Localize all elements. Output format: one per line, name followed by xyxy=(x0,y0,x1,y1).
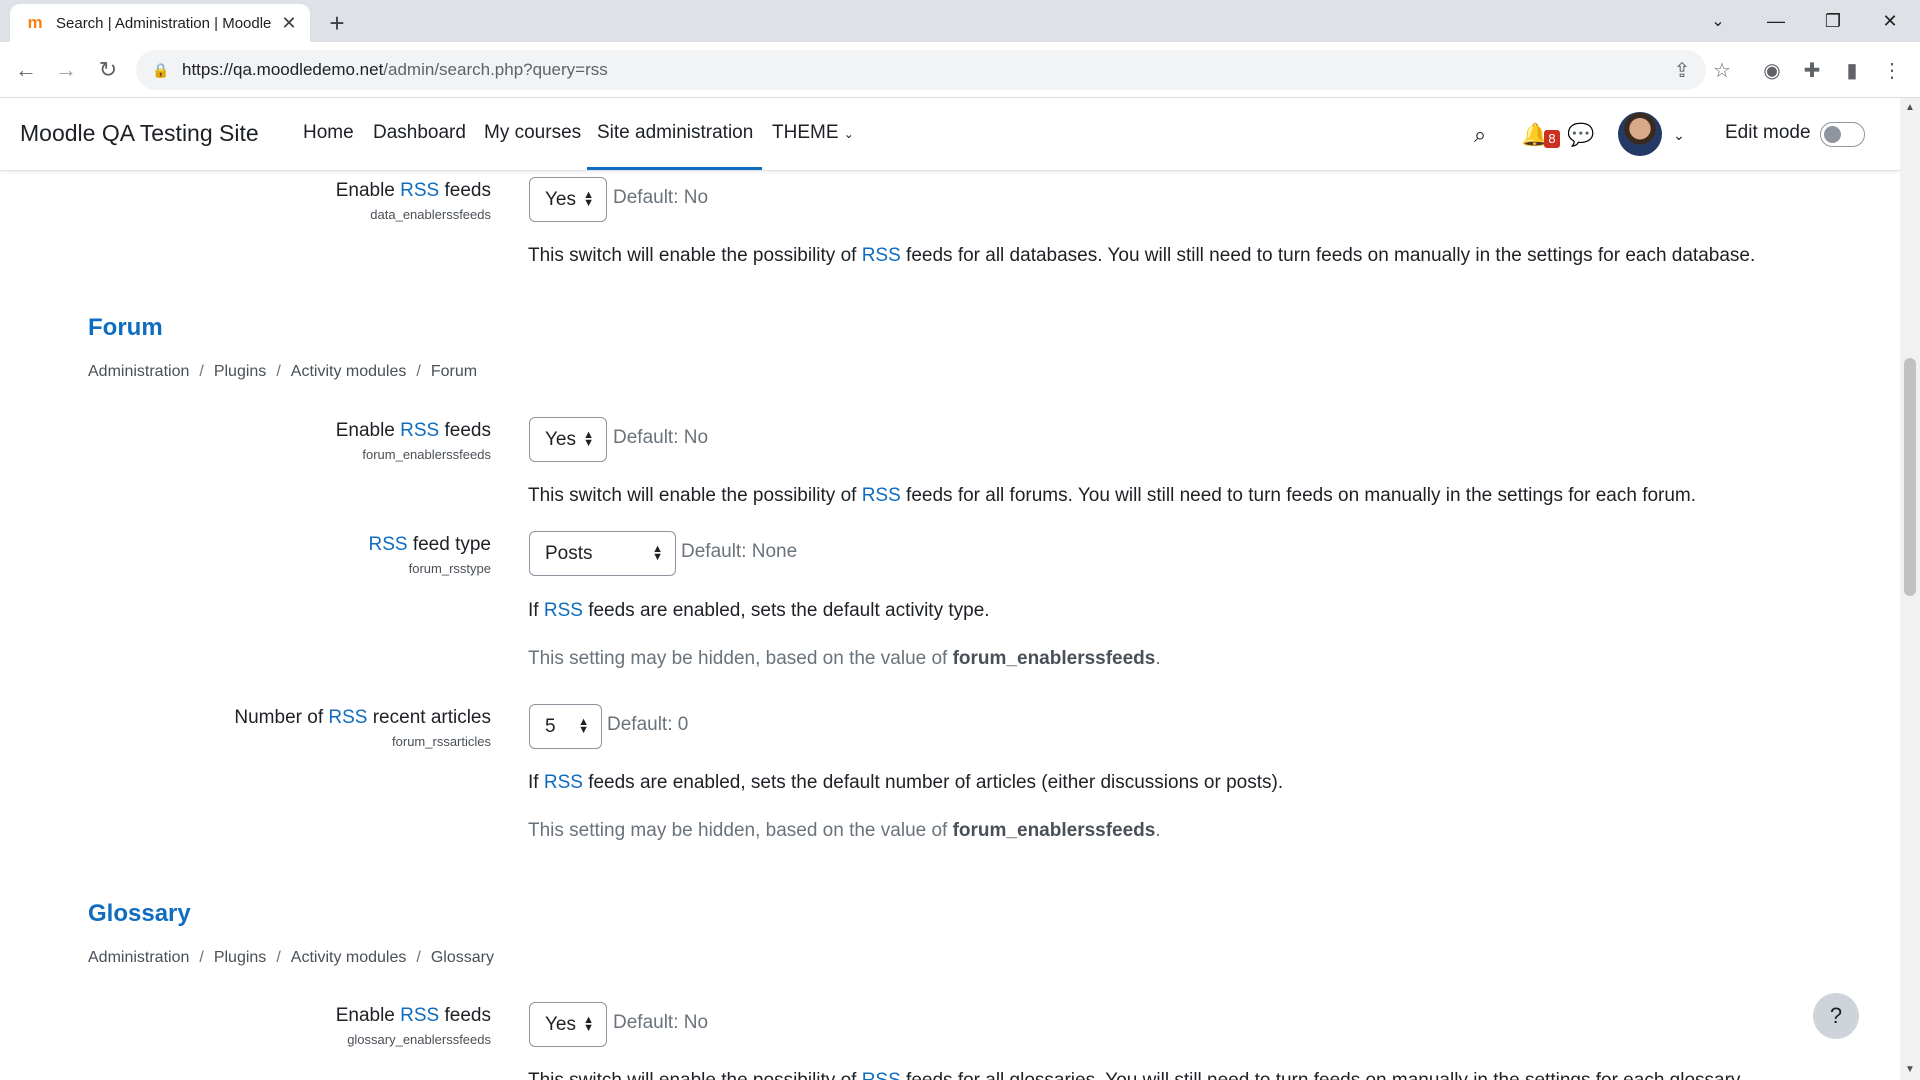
select-arrows-icon: ▲ ▼ xyxy=(583,189,594,209)
scroll-up-icon[interactable]: ▲ xyxy=(1905,102,1915,113)
browser-tab-strip: m Search | Administration | Moodle ✕ + ⌄… xyxy=(0,0,1920,42)
nav-my-courses[interactable]: My courses xyxy=(484,122,581,144)
default-value: Default: No xyxy=(613,187,709,208)
section-heading-glossary[interactable]: Glossary xyxy=(88,900,191,928)
breadcrumb-item[interactable]: Activity modules xyxy=(291,949,407,966)
setting-description: This switch will enable the possibility … xyxy=(528,485,1697,506)
select-arrows-icon: ▲ ▼ xyxy=(578,716,589,736)
site-brand[interactable]: Moodle QA Testing Site xyxy=(20,120,259,147)
browser-toolbar: ← → ↻ 🔒 https://qa.moodledemo.net/admin/… xyxy=(0,42,1920,98)
setting-label: Enable RSS feeds xyxy=(335,1005,491,1026)
setting-description: This switch will enable the possibility … xyxy=(528,245,1756,266)
new-tab-icon[interactable]: + xyxy=(322,8,352,38)
breadcrumb-item[interactable]: Plugins xyxy=(214,363,266,380)
setting-key: forum_enablerssfeeds xyxy=(362,447,491,462)
nav-home[interactable]: Home xyxy=(303,122,354,144)
setting-label: RSS feed type xyxy=(368,534,491,555)
lock-icon: 🔒 xyxy=(152,61,170,78)
close-tab-icon[interactable]: ✕ xyxy=(278,12,300,34)
edit-mode-label: Edit mode xyxy=(1725,122,1811,143)
breadcrumb-item[interactable]: Administration xyxy=(88,363,189,380)
browser-menu-icon[interactable]: ⋮ xyxy=(1876,54,1908,86)
edit-mode-toggle[interactable] xyxy=(1820,122,1865,147)
nav-theme[interactable]: THEME ⌄ xyxy=(772,122,854,144)
active-nav-underline xyxy=(587,167,762,170)
setting-description: This switch will enable the possibility … xyxy=(528,1070,1744,1080)
extension-profile-icon[interactable]: ◉ xyxy=(1756,54,1788,86)
setting-description: If RSS feeds are enabled, sets the defau… xyxy=(528,600,990,621)
messages-icon[interactable]: 💬 xyxy=(1564,118,1598,152)
breadcrumb-item[interactable]: Plugins xyxy=(214,949,266,966)
setting-hidden-note: This setting may be hidden, based on the… xyxy=(528,820,1161,841)
setting-label: Number of RSS recent articles xyxy=(234,707,491,728)
breadcrumb-item[interactable]: Administration xyxy=(88,949,189,966)
select-arrows-icon: ▲ ▼ xyxy=(652,543,663,563)
nav-site-administration[interactable]: Site administration xyxy=(597,122,753,144)
bookmark-star-icon[interactable]: ☆ xyxy=(1706,54,1738,86)
setting-key: data_enablerssfeeds xyxy=(370,207,491,222)
help-button[interactable]: ? xyxy=(1813,993,1859,1039)
vertical-scrollbar[interactable]: ▲ ▼ xyxy=(1900,98,1920,1080)
scrollbar-thumb[interactable] xyxy=(1904,358,1916,596)
nav-dashboard[interactable]: Dashboard xyxy=(373,122,466,144)
forum-rssarticles-select[interactable]: 5 ▲ ▼ xyxy=(529,704,602,749)
search-icon[interactable]: ⌕ xyxy=(1463,118,1497,152)
browser-tab-active[interactable]: m Search | Administration | Moodle ✕ xyxy=(10,4,310,42)
default-value: Default: 0 xyxy=(607,714,689,735)
select-arrows-icon: ▲ ▼ xyxy=(583,429,594,449)
restore-icon[interactable]: ❐ xyxy=(1806,0,1860,42)
forward-icon[interactable]: → xyxy=(50,54,82,86)
minimize-icon[interactable]: — xyxy=(1749,0,1803,42)
breadcrumb-item[interactable]: Forum xyxy=(431,363,477,380)
glossary-enablerssfeeds-select[interactable]: Yes ▲ ▼ xyxy=(529,1002,607,1047)
select-arrows-icon: ▲ ▼ xyxy=(583,1014,594,1034)
back-icon[interactable]: ← xyxy=(10,54,42,86)
scroll-down-icon[interactable]: ▼ xyxy=(1905,1064,1915,1075)
address-url: https://qa.moodledemo.net/admin/search.p… xyxy=(182,60,608,79)
setting-description: If RSS feeds are enabled, sets the defau… xyxy=(528,772,1284,793)
setting-hidden-note: This setting may be hidden, based on the… xyxy=(528,648,1161,669)
chevron-down-icon: ⌄ xyxy=(843,127,854,141)
setting-key: forum_rsstype xyxy=(408,561,491,576)
main-content: Enable RSS feeds data_enablerssfeeds Yes… xyxy=(0,171,1900,1080)
extensions-puzzle-icon[interactable]: ✚ xyxy=(1796,54,1828,86)
section-heading-forum[interactable]: Forum xyxy=(88,314,163,342)
forum-rsstype-select[interactable]: Posts ▲ ▼ xyxy=(529,531,676,576)
tab-search-icon[interactable]: ⌄ xyxy=(1691,0,1745,42)
notification-count-badge: 8 xyxy=(1544,130,1560,148)
moodle-favicon-icon: m xyxy=(27,13,43,32)
data-enablerssfeeds-select[interactable]: Yes ▲ ▼ xyxy=(529,177,607,222)
avatar[interactable] xyxy=(1618,112,1662,156)
setting-key: glossary_enablerssfeeds xyxy=(347,1032,491,1047)
default-value: Default: No xyxy=(613,427,709,448)
user-menu-chevron-icon[interactable]: ⌄ xyxy=(1662,118,1696,152)
default-value: Default: No xyxy=(613,1012,709,1033)
breadcrumb: Administration / Plugins / Activity modules /… xyxy=(88,949,494,966)
setting-label: Enable RSS feeds xyxy=(335,180,491,201)
breadcrumb: Administration / Plugins / Activity modules /… xyxy=(88,363,478,380)
window-close-icon[interactable]: ✕ xyxy=(1863,0,1917,42)
side-panel-icon[interactable]: ▮ xyxy=(1836,54,1868,86)
forum-enablerssfeeds-select[interactable]: Yes ▲ ▼ xyxy=(529,417,607,462)
share-icon[interactable]: ⇪ xyxy=(1666,54,1698,86)
setting-key: forum_rssarticles xyxy=(392,734,491,749)
tab-title: Search | Administration | Moodle xyxy=(56,14,272,32)
breadcrumb-item[interactable]: Glossary xyxy=(431,949,494,966)
default-value: Default: None xyxy=(681,541,798,562)
address-bar[interactable]: 🔒 https://qa.moodledemo.net/admin/search… xyxy=(136,50,1706,90)
moodle-navbar: Moodle QA Testing Site Home Dashboard My… xyxy=(0,98,1900,171)
reload-icon[interactable]: ↻ xyxy=(92,54,124,86)
setting-label: Enable RSS feeds xyxy=(335,420,491,441)
breadcrumb-item[interactable]: Activity modules xyxy=(291,363,407,380)
